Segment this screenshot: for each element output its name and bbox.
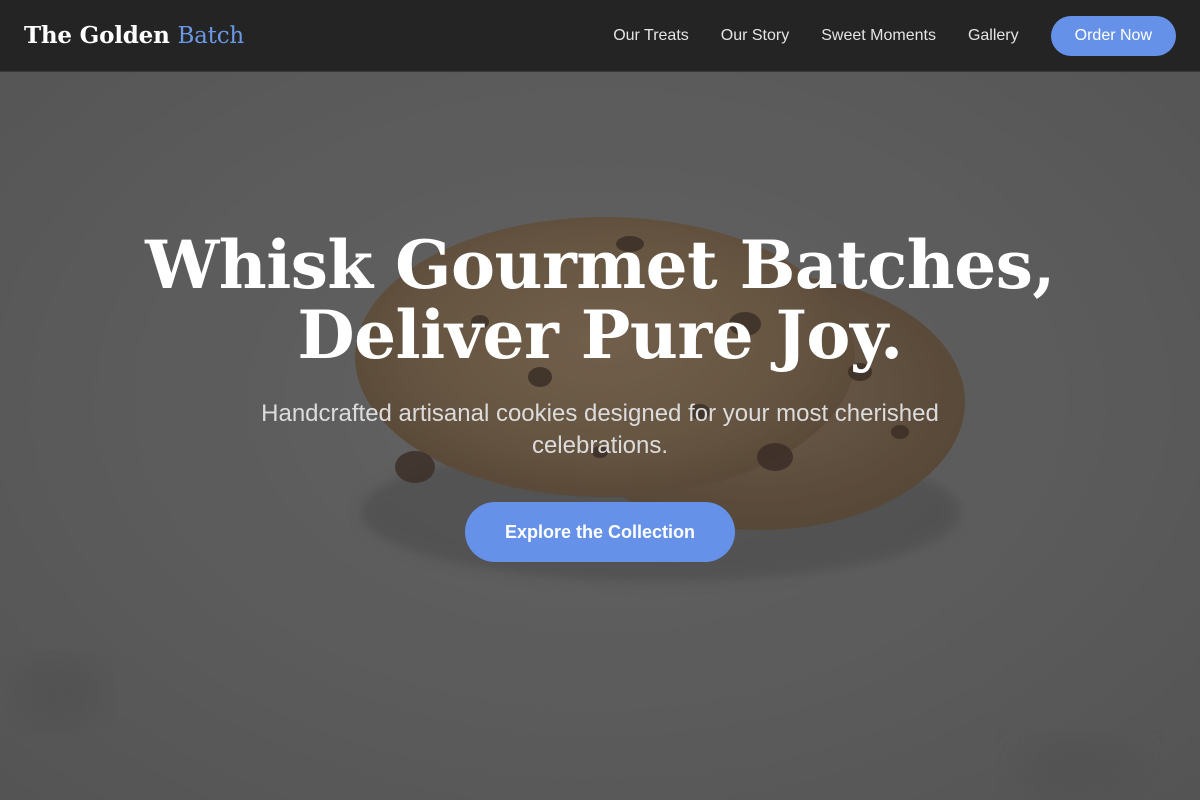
hero-title-line-2: Deliver Pure Joy. [297,296,903,374]
nav-link-our-story[interactable]: Our Story [721,27,789,45]
hero-content: Whisk Gourmet Batches, Deliver Pure Joy.… [0,230,1200,562]
nav-links: Our Treats Our Story Sweet Moments Galle… [613,15,1176,56]
explore-collection-button[interactable]: Explore the Collection [465,502,735,562]
hero-title: Whisk Gourmet Batches, Deliver Pure Joy. [100,230,1100,370]
hero-title-line-1: Whisk Gourmet Batches, [145,226,1055,304]
nav-link-sweet-moments[interactable]: Sweet Moments [821,27,936,45]
brand-logo[interactable]: The Golden Batch [24,22,244,49]
hero-section: Whisk Gourmet Batches, Deliver Pure Joy.… [0,72,1200,800]
order-now-button[interactable]: Order Now [1050,15,1176,56]
nav-link-our-treats[interactable]: Our Treats [613,27,689,45]
logo-text-main: The Golden [24,22,170,49]
logo-text-accent: Batch [177,23,245,49]
top-navbar: The Golden Batch Our Treats Our Story Sw… [0,0,1200,72]
hero-subtitle: Handcrafted artisanal cookies designed f… [261,400,939,459]
nav-link-gallery[interactable]: Gallery [968,27,1019,45]
